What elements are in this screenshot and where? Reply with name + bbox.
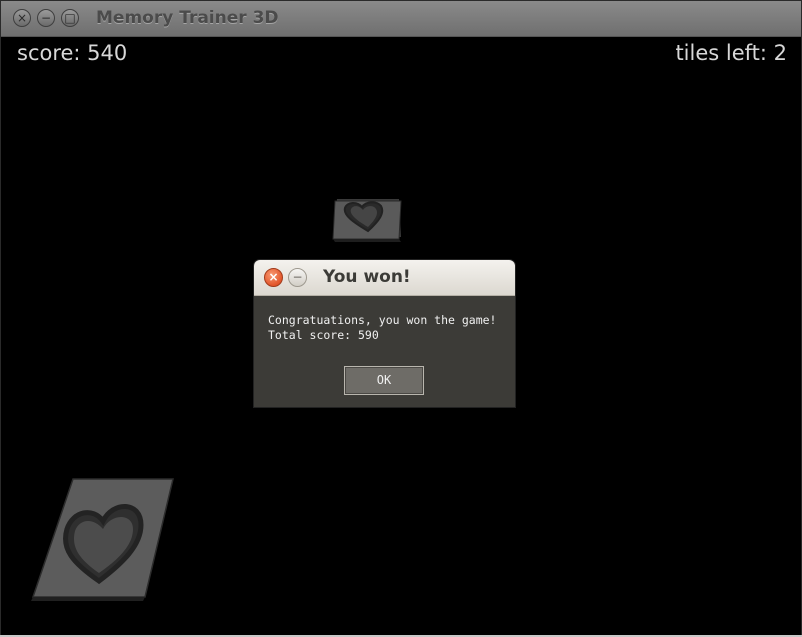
window-maximize-button[interactable]: □: [61, 9, 79, 27]
dialog-message: Congratuations, you won the game! Total …: [268, 313, 496, 343]
dialog-minimize-button[interactable]: −: [288, 268, 307, 287]
score-label: score: 540: [17, 41, 128, 65]
tiles-left-label: tiles left: 2: [675, 41, 787, 65]
dialog-titlebar[interactable]: × − You won!: [254, 260, 515, 296]
dialog-title: You won!: [323, 267, 411, 287]
dialog-message-line: Congratuations, you won the game!: [268, 313, 497, 327]
memory-tile[interactable]: [331, 197, 403, 243]
memory-tile[interactable]: [29, 477, 175, 601]
win-dialog: × − You won! Congratuations, you won the…: [254, 260, 515, 407]
window-title: Memory Trainer 3D: [96, 8, 279, 28]
ok-button[interactable]: OK: [344, 366, 424, 395]
window-minimize-button[interactable]: −: [37, 9, 55, 27]
window-titlebar[interactable]: × − □ Memory Trainer 3D: [1, 1, 801, 37]
game-window: × − □ Memory Trainer 3D score: 540 tiles…: [1, 1, 801, 635]
dialog-total-score: Total score: 590: [268, 328, 379, 342]
dialog-close-button[interactable]: ×: [264, 268, 283, 287]
window-close-button[interactable]: ×: [13, 9, 31, 27]
